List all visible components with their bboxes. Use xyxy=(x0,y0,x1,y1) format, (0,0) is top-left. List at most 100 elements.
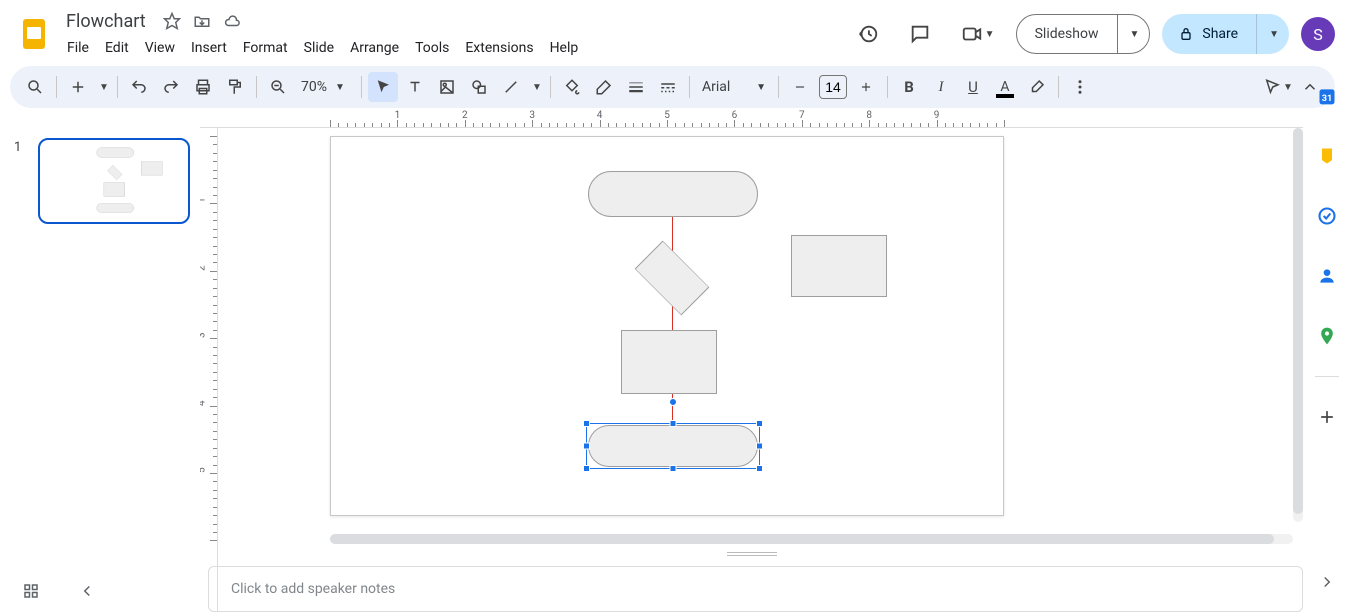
collapse-filmstrip-button[interactable] xyxy=(74,578,100,604)
slideshow-button[interactable]: Slideshow xyxy=(1017,15,1118,53)
resize-handle-se[interactable] xyxy=(756,465,763,472)
border-dash-button[interactable] xyxy=(653,72,683,102)
slideshow-split: Slideshow ▼ xyxy=(1016,14,1151,54)
keep-icon[interactable] xyxy=(1307,136,1347,176)
new-slide-button[interactable] xyxy=(63,72,93,102)
tasks-icon[interactable] xyxy=(1307,196,1347,236)
vertical-scrollbar-thumb[interactable] xyxy=(1293,128,1303,514)
ruler-horizontal[interactable]: 123456789 xyxy=(200,110,1303,128)
shape-process-center[interactable] xyxy=(621,330,717,394)
rotate-handle[interactable] xyxy=(669,398,677,406)
vertical-scrollbar[interactable] xyxy=(1293,128,1303,522)
svg-text:31: 31 xyxy=(1322,94,1333,104)
shape-terminator-start[interactable] xyxy=(588,171,758,217)
resize-handle-ne[interactable] xyxy=(756,420,763,427)
horizontal-scrollbar-thumb[interactable] xyxy=(330,534,1274,544)
menu-file[interactable]: File xyxy=(60,36,96,60)
menu-help[interactable]: Help xyxy=(543,36,586,60)
menu-tools[interactable]: Tools xyxy=(408,36,456,60)
textbox-tool[interactable] xyxy=(400,72,430,102)
resize-handle-n[interactable] xyxy=(670,420,677,427)
hide-side-panel-button[interactable] xyxy=(1307,562,1347,602)
text-color-button[interactable]: A xyxy=(990,72,1020,102)
account-avatar[interactable]: S xyxy=(1301,17,1335,51)
font-select[interactable]: Arial▼ xyxy=(696,79,772,95)
image-tool[interactable] xyxy=(432,72,462,102)
contacts-icon[interactable] xyxy=(1307,256,1347,296)
header: Flowchart File Edit View Insert Format S… xyxy=(0,0,1351,60)
slide-number: 1 xyxy=(14,140,21,155)
ruler-vertical[interactable]: 12345 xyxy=(200,128,218,612)
menu-arrange[interactable]: Arrange xyxy=(343,36,406,60)
share-button[interactable]: Share xyxy=(1162,14,1256,54)
history-icon[interactable] xyxy=(848,14,888,54)
more-options-button[interactable] xyxy=(1065,72,1095,102)
selection-outline xyxy=(586,423,760,469)
move-icon[interactable] xyxy=(192,11,212,31)
share-dropdown[interactable]: ▼ xyxy=(1256,14,1289,54)
resize-handle-w[interactable] xyxy=(583,443,590,450)
menu-insert[interactable]: Insert xyxy=(184,36,234,60)
doc-title[interactable]: Flowchart xyxy=(60,9,152,34)
slide-canvas[interactable] xyxy=(330,136,1004,516)
paint-format-button[interactable] xyxy=(220,72,250,102)
ruler-v-label: 1 xyxy=(200,198,208,204)
star-icon[interactable] xyxy=(162,11,182,31)
slides-logo[interactable] xyxy=(16,16,52,52)
bold-button[interactable]: B xyxy=(894,72,924,102)
shape-process-right[interactable] xyxy=(791,235,887,297)
doc-info: Flowchart File Edit View Insert Format S… xyxy=(60,9,848,60)
italic-button[interactable]: I xyxy=(926,72,956,102)
cloud-status-icon[interactable] xyxy=(222,11,242,31)
speaker-notes[interactable]: Click to add speaker notes xyxy=(208,566,1303,612)
canvas-viewport[interactable] xyxy=(218,128,1303,532)
menu-view[interactable]: View xyxy=(138,36,182,60)
header-actions: ▼ Slideshow ▼ Share ▼ S xyxy=(848,14,1335,54)
select-tool[interactable] xyxy=(368,72,398,102)
slide-thumbnail-1[interactable] xyxy=(38,138,190,224)
line-tool[interactable] xyxy=(496,72,526,102)
underline-button[interactable]: U xyxy=(958,72,988,102)
get-addons-button[interactable] xyxy=(1307,397,1347,437)
print-button[interactable] xyxy=(188,72,218,102)
increase-font-size[interactable] xyxy=(851,72,881,102)
resize-handle-sw[interactable] xyxy=(583,465,590,472)
shape-tool[interactable] xyxy=(464,72,494,102)
zoom-select[interactable]: 70%▼ xyxy=(295,79,355,95)
menu-slide[interactable]: Slide xyxy=(297,36,341,60)
meet-icon[interactable]: ▼ xyxy=(952,14,1004,54)
search-menus-button[interactable] xyxy=(20,72,50,102)
shape-decision[interactable] xyxy=(639,245,705,311)
line-dropdown[interactable]: ▼ xyxy=(528,72,544,102)
grid-view-button[interactable] xyxy=(18,578,44,604)
bottom-left-controls xyxy=(18,578,100,604)
undo-button[interactable] xyxy=(124,72,154,102)
notes-splitter[interactable] xyxy=(727,552,777,556)
new-slide-dropdown[interactable]: ▼ xyxy=(95,72,111,102)
resize-handle-s[interactable] xyxy=(670,465,677,472)
mode-button[interactable]: ▼ xyxy=(1263,72,1293,102)
menu-format[interactable]: Format xyxy=(236,36,295,60)
horizontal-scrollbar[interactable] xyxy=(330,534,1293,544)
resize-handle-nw[interactable] xyxy=(583,420,590,427)
fill-color-button[interactable] xyxy=(557,72,587,102)
font-size-input[interactable] xyxy=(819,75,847,99)
menu-extensions[interactable]: Extensions xyxy=(458,36,540,60)
filmstrip: 1 xyxy=(0,110,200,612)
border-weight-button[interactable] xyxy=(621,72,651,102)
slideshow-dropdown[interactable]: ▼ xyxy=(1118,15,1150,53)
main-area: 1 123456789 12345 xyxy=(0,110,1303,612)
zoom-out-button[interactable] xyxy=(263,72,293,102)
resize-handle-e[interactable] xyxy=(756,443,763,450)
comments-icon[interactable] xyxy=(900,14,940,54)
border-color-button[interactable] xyxy=(589,72,619,102)
menu-edit[interactable]: Edit xyxy=(98,36,136,60)
side-panel: 31 xyxy=(1303,68,1351,612)
highlight-color-button[interactable] xyxy=(1022,72,1052,102)
decrease-font-size[interactable] xyxy=(785,72,815,102)
redo-button[interactable] xyxy=(156,72,186,102)
toolbar-container: ▼ 70%▼ ▼ Arial▼ B I U A ▼ xyxy=(0,60,1351,108)
share-split: Share ▼ xyxy=(1162,14,1289,54)
calendar-icon[interactable]: 31 xyxy=(1307,76,1347,116)
maps-icon[interactable] xyxy=(1307,316,1347,356)
